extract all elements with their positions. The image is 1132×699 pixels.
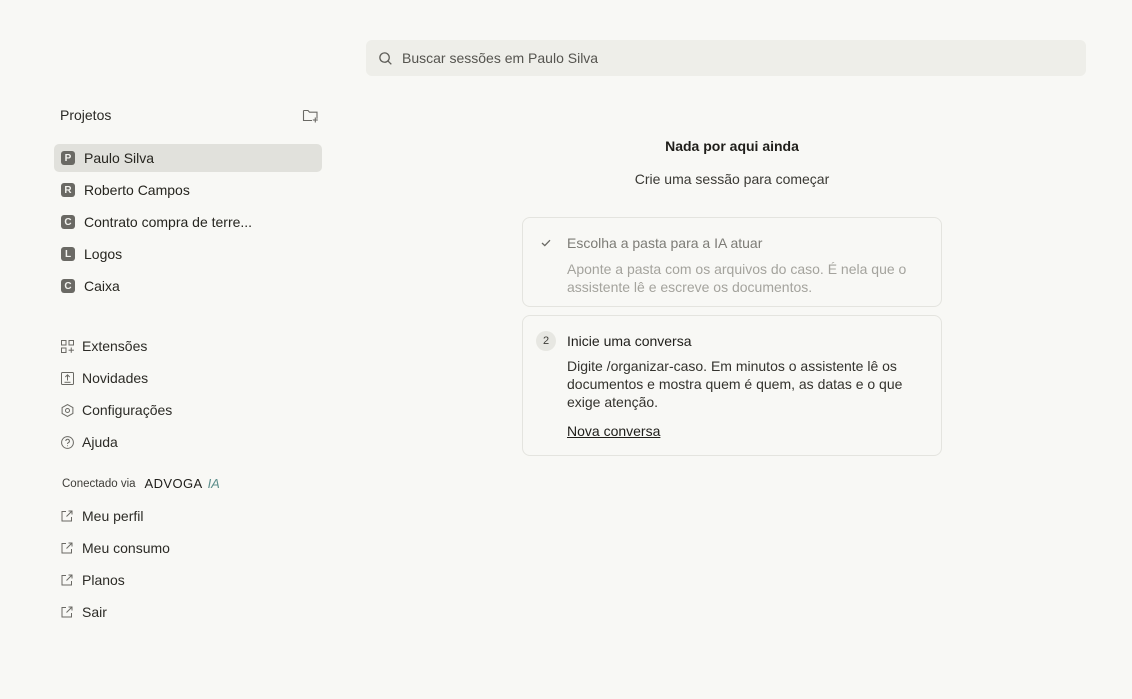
projects-title: Projetos — [60, 107, 112, 123]
nav-label: Extensões — [82, 338, 148, 354]
nav-item-settings[interactable]: Configurações — [60, 398, 320, 422]
link-my-usage[interactable]: Meu consumo — [60, 536, 320, 560]
external-link-icon — [60, 573, 74, 587]
link-plans[interactable]: Planos — [60, 568, 320, 592]
new-conversation-link[interactable]: Nova conversa — [567, 423, 660, 439]
projects-header: Projetos — [60, 104, 320, 126]
step-description: Digite /organizar-caso. Em minutos o ass… — [567, 358, 903, 410]
empty-state-subtitle: Crie uma sessão para começar — [634, 171, 830, 187]
empty-state-title: Nada por aqui ainda — [665, 138, 799, 154]
external-link-icon — [60, 605, 74, 619]
project-item-logos[interactable]: L Logos — [54, 240, 322, 268]
sidebar-nav: Extensões Novidades Configurações Ajuda — [60, 334, 320, 462]
external-link-icon — [60, 509, 74, 523]
link-label: Sair — [82, 604, 107, 620]
help-icon — [60, 435, 74, 449]
step-card-start-conversation: 2 Inicie uma conversa Digite /organizar-… — [522, 315, 942, 456]
news-icon — [60, 371, 74, 385]
nav-label: Novidades — [82, 370, 149, 386]
link-label: Meu perfil — [82, 508, 144, 524]
project-item-caixa[interactable]: C Caixa — [54, 272, 322, 300]
project-list: P Paulo Silva R Roberto Campos C Contrat… — [54, 144, 322, 304]
nav-label: Ajuda — [82, 434, 118, 450]
connected-text: Conectado via — [62, 477, 136, 490]
project-initial-badge: R — [61, 183, 75, 197]
account-links: Meu perfil Meu consumo Planos Sair — [60, 504, 320, 632]
link-my-profile[interactable]: Meu perfil — [60, 504, 320, 528]
project-item-contrato[interactable]: C Contrato compra de terre... — [54, 208, 322, 236]
connected-via: Conectado via ADVOGA IA — [62, 476, 220, 491]
search-icon — [379, 51, 392, 65]
link-label: Meu consumo — [82, 540, 170, 556]
project-item-paulo-silva[interactable]: P Paulo Silva — [54, 144, 322, 172]
nav-item-news[interactable]: Novidades — [60, 366, 320, 390]
brand-logo-text: ADVOGA — [144, 476, 203, 491]
project-initial-badge: C — [61, 215, 75, 229]
check-icon — [536, 233, 556, 253]
app-window: Projetos P Paulo Silva R Roberto Campos … — [0, 0, 1132, 699]
project-label: Paulo Silva — [84, 150, 155, 166]
project-label: Roberto Campos — [84, 182, 190, 198]
settings-icon — [60, 403, 74, 417]
nav-label: Configurações — [82, 402, 173, 418]
nav-item-help[interactable]: Ajuda — [60, 430, 320, 454]
project-initial-badge: C — [61, 279, 75, 293]
nav-item-extensions[interactable]: Extensões — [60, 334, 320, 358]
project-label: Contrato compra de terre... — [84, 214, 253, 230]
link-sign-out[interactable]: Sair — [60, 600, 320, 624]
project-label: Logos — [84, 246, 123, 262]
sidebar: Projetos P Paulo Silva R Roberto Campos … — [0, 0, 340, 699]
search-bar[interactable] — [366, 40, 1086, 76]
step-description: Aponte a pasta com os arquivos do caso. … — [567, 261, 907, 295]
external-link-icon — [60, 541, 74, 555]
brand-logo-accent: IA — [207, 476, 220, 491]
step-title: Escolha a pasta para a IA atuar — [567, 235, 763, 251]
step-number: 2 — [536, 331, 556, 351]
extensions-icon — [60, 339, 74, 353]
project-item-roberto-campos[interactable]: R Roberto Campos — [54, 176, 322, 204]
project-initial-badge: P — [61, 151, 75, 165]
project-label: Caixa — [84, 278, 120, 294]
link-label: Planos — [82, 572, 125, 588]
new-project-button[interactable] — [300, 105, 320, 125]
folder-plus-icon — [302, 109, 318, 122]
project-initial-badge: L — [61, 247, 75, 261]
step-card-choose-folder: Escolha a pasta para a IA atuar Aponte a… — [522, 217, 942, 307]
search-input[interactable] — [402, 50, 1062, 66]
step-title: Inicie uma conversa — [567, 333, 692, 349]
